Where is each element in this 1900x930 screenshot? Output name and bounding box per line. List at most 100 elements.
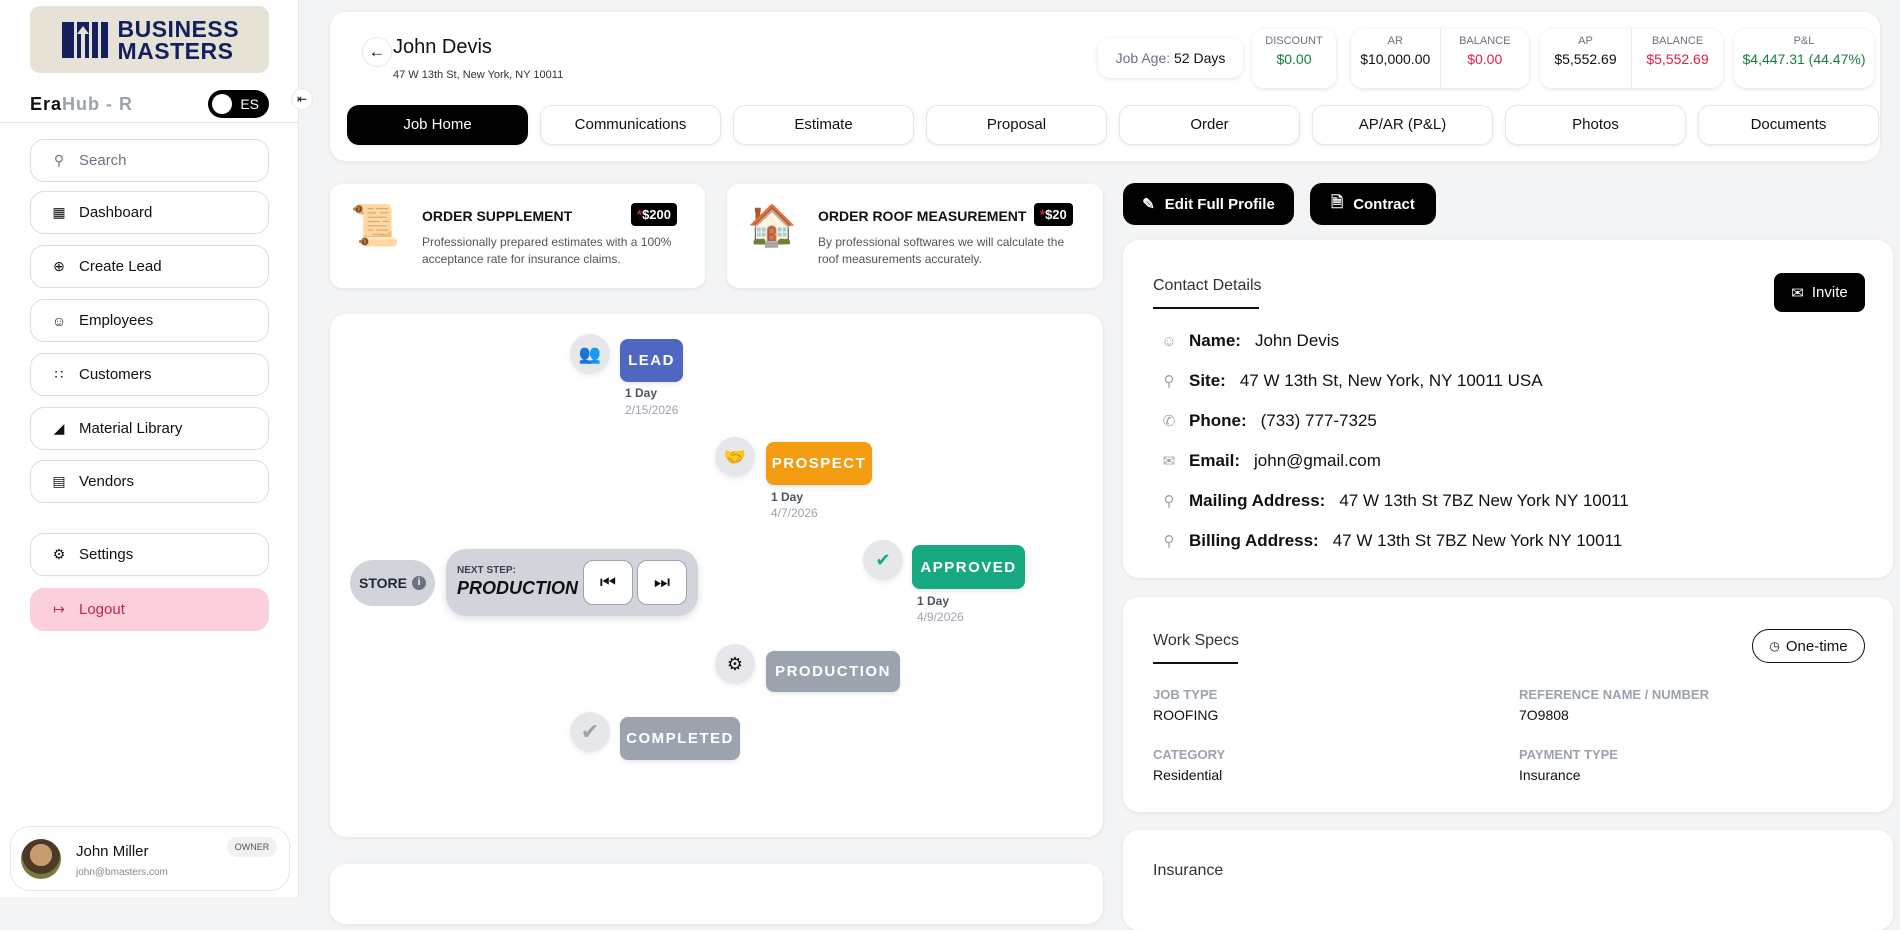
row-label: Site: <box>1189 371 1226 390</box>
stat-label: P&L <box>1793 35 1815 47</box>
title-underline <box>1153 307 1259 309</box>
search-input[interactable]: ⚲ Search <box>30 139 269 182</box>
logo-text: BUSINESS MASTERS <box>117 15 240 64</box>
nav-label: Customers <box>79 366 152 383</box>
previous-stage-button[interactable]: ⏮ <box>583 560 633 605</box>
next-stage-button[interactable]: ⏭ <box>637 560 687 605</box>
stat-label: AR <box>1387 35 1403 47</box>
button-label: Invite <box>1811 284 1848 301</box>
job-header: ← John Devis 47 W 13th St, New York, NY … <box>330 12 1880 161</box>
user-icon: ☺ <box>1161 332 1177 350</box>
collapse-sidebar-icon[interactable]: ⇤ <box>291 88 313 110</box>
back-button[interactable]: ← <box>362 37 392 67</box>
sidebar-item-customers[interactable]: ∷ Customers <box>30 353 269 396</box>
reference-value: 7O9808 <box>1519 707 1569 723</box>
customers-icon: ∷ <box>54 366 64 382</box>
row-value[interactable]: john@gmail.com <box>1254 451 1381 471</box>
tab-communications[interactable]: Communications <box>540 105 721 145</box>
book-icon: ◢ <box>53 420 65 436</box>
discount-stat: DISCOUNT $0.00 <box>1252 29 1336 88</box>
pl-stat: P&L $4,447.31 (44.47%) <box>1734 29 1874 88</box>
job-age: Job Age: 52 Days <box>1098 38 1243 78</box>
button-label: Edit Full Profile <box>1164 195 1275 213</box>
contact-row-phone: ✆ Phone: (733) 777-7325 <box>1161 411 1377 431</box>
stat-value: $5,552.69 <box>1554 51 1617 67</box>
tab-ap-ar[interactable]: AP/AR (P&L) <box>1312 105 1493 145</box>
lead-icon: 👥 <box>570 334 610 374</box>
warehouse-icon: ▤ <box>52 473 66 489</box>
tab-documents[interactable]: Documents <box>1698 105 1879 145</box>
pin-icon: ⚲ <box>1163 533 1175 550</box>
nav-label: Material Library <box>79 420 183 437</box>
language-toggle[interactable]: ES <box>208 90 269 118</box>
section-title: Contact Details <box>1153 277 1262 294</box>
sidebar-item-material-library[interactable]: ◢ Material Library <box>30 407 269 450</box>
tab-job-home[interactable]: Job Home <box>347 105 528 145</box>
stat-value: $0.00 <box>1276 51 1312 67</box>
stage-prospect[interactable]: PROSPECT <box>766 442 872 485</box>
stat-label: BALANCE <box>1459 35 1511 47</box>
tab-order[interactable]: Order <box>1119 105 1300 145</box>
user-card[interactable]: John Miller john@bmasters.com OWNER <box>10 826 290 891</box>
row-value[interactable]: (733) 777-7325 <box>1261 411 1377 431</box>
stage-days: 1 Day <box>625 386 658 400</box>
avatar <box>21 839 61 879</box>
order-roof-measurement-card[interactable]: 🏠 ORDER ROOF MEASUREMENT *$20 By profess… <box>727 184 1103 288</box>
tab-photos[interactable]: Photos <box>1505 105 1686 145</box>
logo-mark-icon <box>61 21 108 58</box>
row-value: John Devis <box>1254 331 1340 350</box>
nav-label: Employees <box>79 312 154 329</box>
contact-row-email: ✉ Email: john@gmail.com <box>1161 451 1381 471</box>
logout-button[interactable]: ↦ Logout <box>30 588 269 631</box>
nav-label: Settings <box>79 546 134 563</box>
nav-label: Vendors <box>79 473 135 490</box>
contract-button[interactable]: 🗎 Contract <box>1310 183 1436 225</box>
row-label: Email: <box>1189 451 1241 470</box>
contact-row-billing: ⚲ Billing Address: 47 W 13th St 7BZ New Yo… <box>1161 531 1623 551</box>
plus-circle-icon: ⊕ <box>53 258 65 274</box>
sidebar-item-settings[interactable]: ⚙ Settings <box>30 533 269 576</box>
sidebar-item-dashboard[interactable]: ▦ Dashboard <box>30 191 269 234</box>
stage-completed[interactable]: COMPLETED <box>620 717 740 760</box>
job-tabs: Job Home Communications Estimate Proposa… <box>347 105 1879 145</box>
logout-icon: ↦ <box>53 601 65 617</box>
brand-hub: Hub - R <box>62 94 134 114</box>
tab-estimate[interactable]: Estimate <box>733 105 914 145</box>
order-supplement-card[interactable]: 📜 ORDER SUPPLEMENT *$200 Professionally … <box>330 184 705 288</box>
edit-full-profile-button[interactable]: ✎ Edit Full Profile <box>1123 183 1294 225</box>
row-label: Name: <box>1189 331 1241 350</box>
ar-stat: AR $10,000.00 BALANCE $0.00 <box>1351 29 1529 88</box>
gear-icon: ⚙ <box>52 546 66 562</box>
store-button[interactable]: STORE i <box>350 560 435 606</box>
frequency-button[interactable]: ◷ One-time <box>1752 629 1865 663</box>
pencil-icon: ✎ <box>1142 196 1155 213</box>
stage-days: 1 Day <box>771 490 804 504</box>
sidebar-item-vendors[interactable]: ▤ Vendors <box>30 460 269 503</box>
stage-approved[interactable]: APPROVED <box>912 545 1025 589</box>
check-circle-icon: ✔ <box>570 712 610 752</box>
next-section-card <box>330 864 1103 924</box>
promo-title: ORDER ROOF MEASUREMENT <box>818 208 1027 224</box>
dashboard-icon: ▦ <box>52 204 66 220</box>
title-underline <box>1153 662 1238 664</box>
stat-value: $5,552.69 <box>1646 51 1709 67</box>
clock-icon: ◷ <box>1769 639 1780 653</box>
button-label: One-time <box>1785 637 1848 655</box>
job-type-label: JOB TYPE <box>1153 687 1218 702</box>
job-age-label: Job Age: <box>1115 50 1171 66</box>
phone-icon: ✆ <box>1162 413 1176 430</box>
work-specs-card: Work Specs ◷ One-time JOB TYPE ROOFING RE… <box>1123 597 1893 812</box>
promo-desc: Professionally prepared estimates with a… <box>422 235 672 266</box>
stat-value: $10,000.00 <box>1360 51 1431 67</box>
sidebar-item-employees[interactable]: ☺ Employees <box>30 299 269 342</box>
location-pin-icon: ⚲ <box>1163 493 1175 510</box>
stage-production[interactable]: PRODUCTION <box>766 651 900 692</box>
price-value: $20 <box>1045 207 1067 222</box>
job-address: 47 W 13th St, New York, NY 10011 <box>393 69 564 81</box>
reference-label: REFERENCE NAME / NUMBER <box>1519 687 1709 702</box>
tab-proposal[interactable]: Proposal <box>926 105 1107 145</box>
invite-button[interactable]: ✉ Invite <box>1774 273 1865 312</box>
logo[interactable]: BUSINESS MASTERS <box>30 6 269 73</box>
sidebar-item-create-lead[interactable]: ⊕ Create Lead <box>30 245 269 288</box>
stage-lead[interactable]: LEAD <box>620 339 683 382</box>
